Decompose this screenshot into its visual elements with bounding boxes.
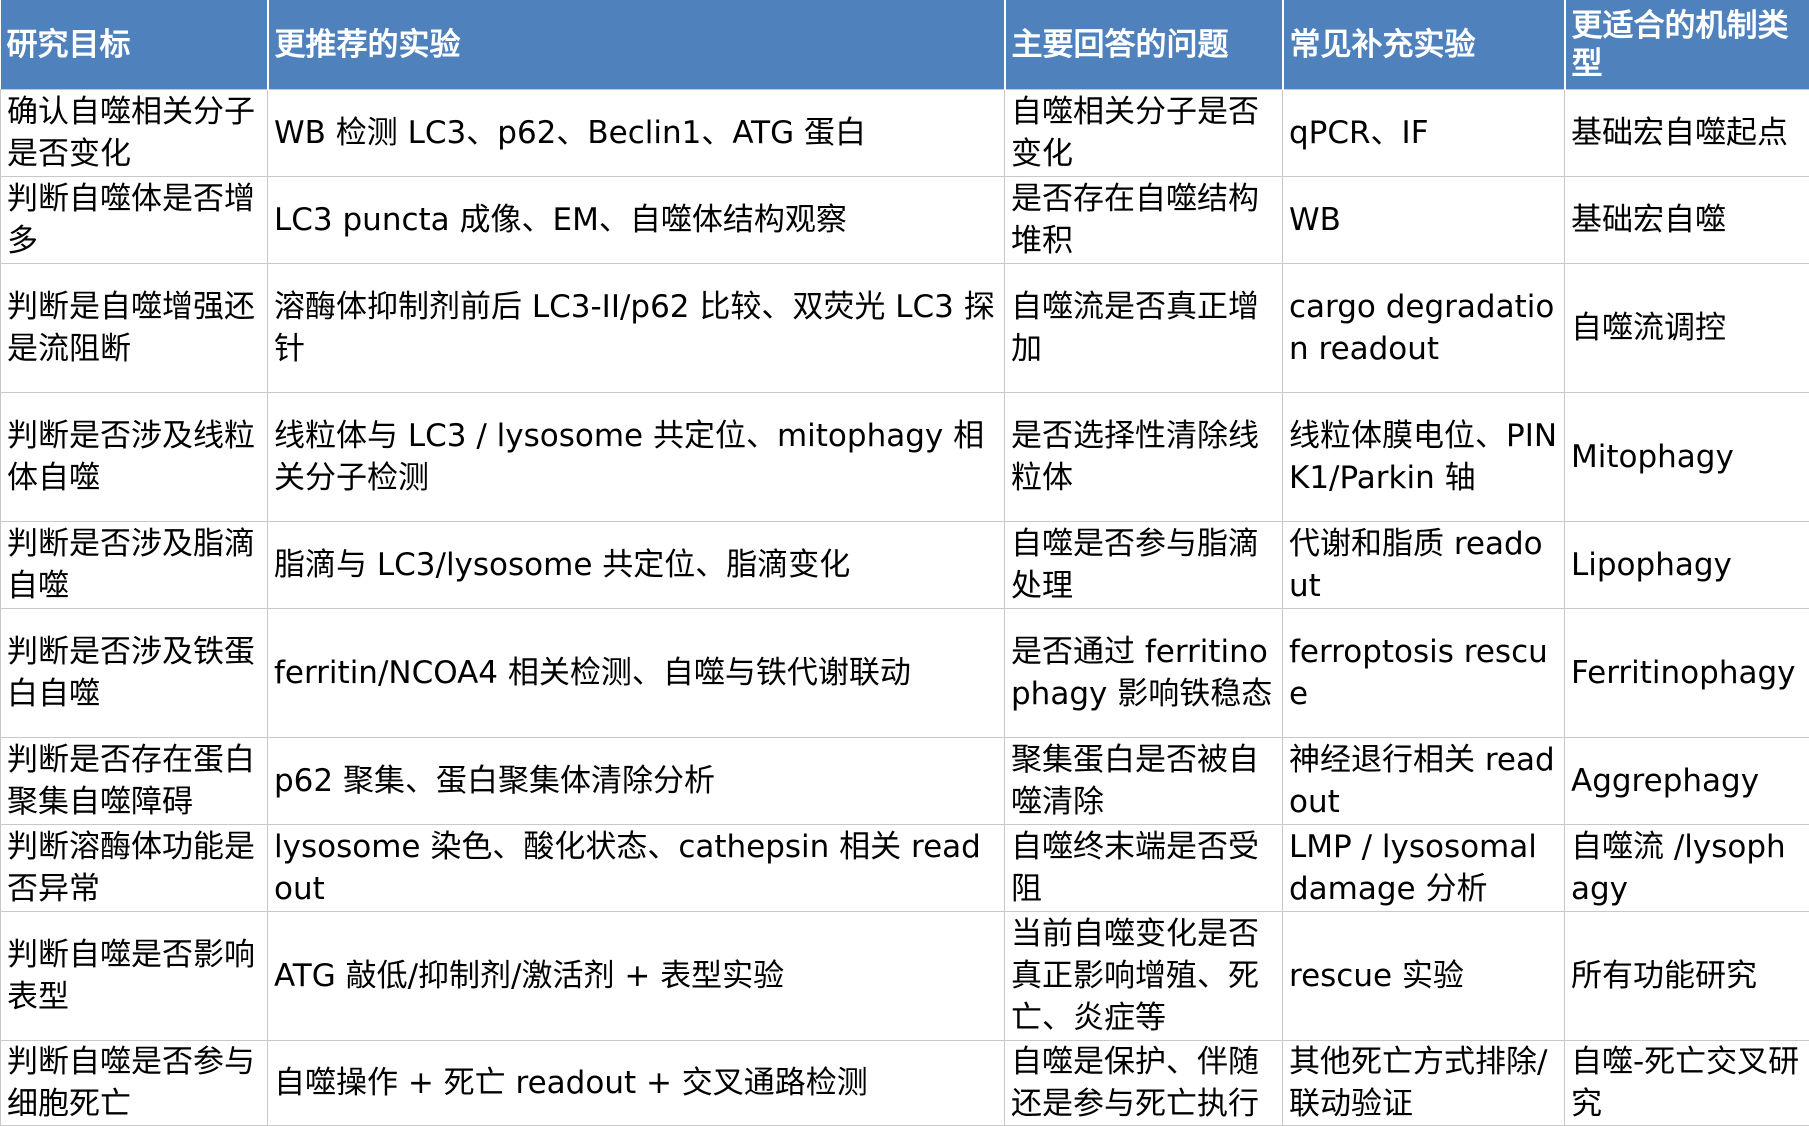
cell-supplementary-experiment[interactable]: rescue 实验	[1283, 912, 1565, 1041]
cell-recommended-experiment[interactable]: WB 检测 LC3、p62、Beclin1、ATG 蛋白	[268, 90, 1005, 177]
cell-mechanism-type[interactable]: 所有功能研究	[1565, 912, 1809, 1041]
cell-main-question[interactable]: 是否选择性清除线粒体	[1005, 393, 1283, 522]
cell-mechanism-type[interactable]: 自噬流 /lysophagy	[1565, 825, 1809, 912]
cell-mechanism-type[interactable]: 基础宏自噬起点	[1565, 90, 1809, 177]
cell-research-goal[interactable]: 判断是自噬增强还是流阻断	[1, 264, 268, 393]
cell-recommended-experiment[interactable]: lysosome 染色、酸化状态、cathepsin 相关 readout	[268, 825, 1005, 912]
table-row: 判断是否涉及铁蛋白自噬 ferritin/NCOA4 相关检测、自噬与铁代谢联动…	[1, 609, 1809, 738]
cell-research-goal[interactable]: 判断自噬体是否增多	[1, 177, 268, 264]
table-row: 判断是否存在蛋白聚集自噬障碍 p62 聚集、蛋白聚集体清除分析 聚集蛋白是否被自…	[1, 738, 1809, 825]
header-cell-main-question[interactable]: 主要回答的问题	[1005, 0, 1283, 90]
cell-research-goal[interactable]: 判断是否涉及铁蛋白自噬	[1, 609, 268, 738]
cell-mechanism-type[interactable]: Lipophagy	[1565, 522, 1809, 609]
table-row: 确认自噬相关分子是否变化 WB 检测 LC3、p62、Beclin1、ATG 蛋…	[1, 90, 1809, 177]
table-row: 判断是否涉及线粒体自噬 线粒体与 LC3 / lysosome 共定位、mito…	[1, 393, 1809, 522]
cell-main-question[interactable]: 自噬相关分子是否变化	[1005, 90, 1283, 177]
header-cell-supplementary-experiment[interactable]: 常见补充实验	[1283, 0, 1565, 90]
cell-research-goal[interactable]: 判断是否存在蛋白聚集自噬障碍	[1, 738, 268, 825]
cell-research-goal[interactable]: 判断自噬是否影响表型	[1, 912, 268, 1041]
cell-research-goal[interactable]: 判断是否涉及线粒体自噬	[1, 393, 268, 522]
cell-main-question[interactable]: 是否通过 ferritinophagy 影响铁稳态	[1005, 609, 1283, 738]
cell-supplementary-experiment[interactable]: qPCR、IF	[1283, 90, 1565, 177]
cell-main-question[interactable]: 自噬流是否真正增加	[1005, 264, 1283, 393]
cell-main-question[interactable]: 自噬终末端是否受阻	[1005, 825, 1283, 912]
cell-recommended-experiment[interactable]: 自噬操作 + 死亡 readout + 交叉通路检测	[268, 1041, 1005, 1126]
cell-main-question[interactable]: 是否存在自噬结构堆积	[1005, 177, 1283, 264]
cell-recommended-experiment[interactable]: LC3 puncta 成像、EM、自噬体结构观察	[268, 177, 1005, 264]
cell-recommended-experiment[interactable]: 线粒体与 LC3 / lysosome 共定位、mitophagy 相关分子检测	[268, 393, 1005, 522]
cell-recommended-experiment[interactable]: 溶酶体抑制剂前后 LC3-II/p62 比较、双荧光 LC3 探针	[268, 264, 1005, 393]
table-row: 判断是否涉及脂滴自噬 脂滴与 LC3/lysosome 共定位、脂滴变化 自噬是…	[1, 522, 1809, 609]
table-row: 判断自噬是否参与细胞死亡 自噬操作 + 死亡 readout + 交叉通路检测 …	[1, 1041, 1809, 1126]
cell-supplementary-experiment[interactable]: 其他死亡方式排除/联动验证	[1283, 1041, 1565, 1126]
cell-research-goal[interactable]: 判断是否涉及脂滴自噬	[1, 522, 268, 609]
cell-research-goal[interactable]: 判断自噬是否参与细胞死亡	[1, 1041, 268, 1126]
header-cell-research-goal[interactable]: 研究目标	[1, 0, 268, 90]
cell-recommended-experiment[interactable]: ferritin/NCOA4 相关检测、自噬与铁代谢联动	[268, 609, 1005, 738]
cell-mechanism-type[interactable]: Mitophagy	[1565, 393, 1809, 522]
cell-supplementary-experiment[interactable]: 线粒体膜电位、PINK1/Parkin 轴	[1283, 393, 1565, 522]
table-row: 判断自噬体是否增多 LC3 puncta 成像、EM、自噬体结构观察 是否存在自…	[1, 177, 1809, 264]
cell-recommended-experiment[interactable]: p62 聚集、蛋白聚集体清除分析	[268, 738, 1005, 825]
cell-supplementary-experiment[interactable]: WB	[1283, 177, 1565, 264]
table-row: 判断是自噬增强还是流阻断 溶酶体抑制剂前后 LC3-II/p62 比较、双荧光 …	[1, 264, 1809, 393]
cell-mechanism-type[interactable]: Aggrephagy	[1565, 738, 1809, 825]
cell-main-question[interactable]: 自噬是保护、伴随还是参与死亡执行	[1005, 1041, 1283, 1126]
cell-research-goal[interactable]: 确认自噬相关分子是否变化	[1, 90, 268, 177]
cell-main-question[interactable]: 自噬是否参与脂滴处理	[1005, 522, 1283, 609]
cell-mechanism-type[interactable]: 自噬流调控	[1565, 264, 1809, 393]
cell-main-question[interactable]: 当前自噬变化是否真正影响增殖、死亡、炎症等	[1005, 912, 1283, 1041]
cell-supplementary-experiment[interactable]: 代谢和脂质 readout	[1283, 522, 1565, 609]
spreadsheet-view: 研究目标 更推荐的实验 主要回答的问题 常见补充实验 更适合的机制类型 确认自噬…	[0, 0, 1809, 1123]
cell-supplementary-experiment[interactable]: 神经退行相关 readout	[1283, 738, 1565, 825]
cell-main-question[interactable]: 聚集蛋白是否被自噬清除	[1005, 738, 1283, 825]
cell-mechanism-type[interactable]: 基础宏自噬	[1565, 177, 1809, 264]
cell-supplementary-experiment[interactable]: cargo degradation readout	[1283, 264, 1565, 393]
header-cell-mechanism-type[interactable]: 更适合的机制类型	[1565, 0, 1809, 90]
cell-mechanism-type[interactable]: 自噬-死亡交叉研究	[1565, 1041, 1809, 1126]
cell-recommended-experiment[interactable]: ATG 敲低/抑制剂/激活剂 + 表型实验	[268, 912, 1005, 1041]
autophagy-experiment-table: 研究目标 更推荐的实验 主要回答的问题 常见补充实验 更适合的机制类型 确认自噬…	[0, 0, 1809, 1126]
header-row: 研究目标 更推荐的实验 主要回答的问题 常见补充实验 更适合的机制类型	[1, 0, 1809, 90]
cell-supplementary-experiment[interactable]: ferroptosis rescue	[1283, 609, 1565, 738]
cell-research-goal[interactable]: 判断溶酶体功能是否异常	[1, 825, 268, 912]
table-row: 判断自噬是否影响表型 ATG 敲低/抑制剂/激活剂 + 表型实验 当前自噬变化是…	[1, 912, 1809, 1041]
cell-recommended-experiment[interactable]: 脂滴与 LC3/lysosome 共定位、脂滴变化	[268, 522, 1005, 609]
header-cell-recommended-experiment[interactable]: 更推荐的实验	[268, 0, 1005, 90]
cell-mechanism-type[interactable]: Ferritinophagy	[1565, 609, 1809, 738]
table-row: 判断溶酶体功能是否异常 lysosome 染色、酸化状态、cathepsin 相…	[1, 825, 1809, 912]
cell-supplementary-experiment[interactable]: LMP / lysosomal damage 分析	[1283, 825, 1565, 912]
